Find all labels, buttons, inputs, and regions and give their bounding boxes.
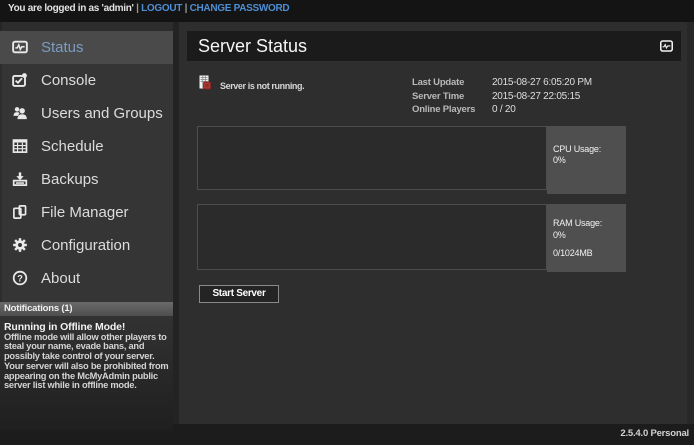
svg-text:?: ? — [17, 272, 23, 283]
